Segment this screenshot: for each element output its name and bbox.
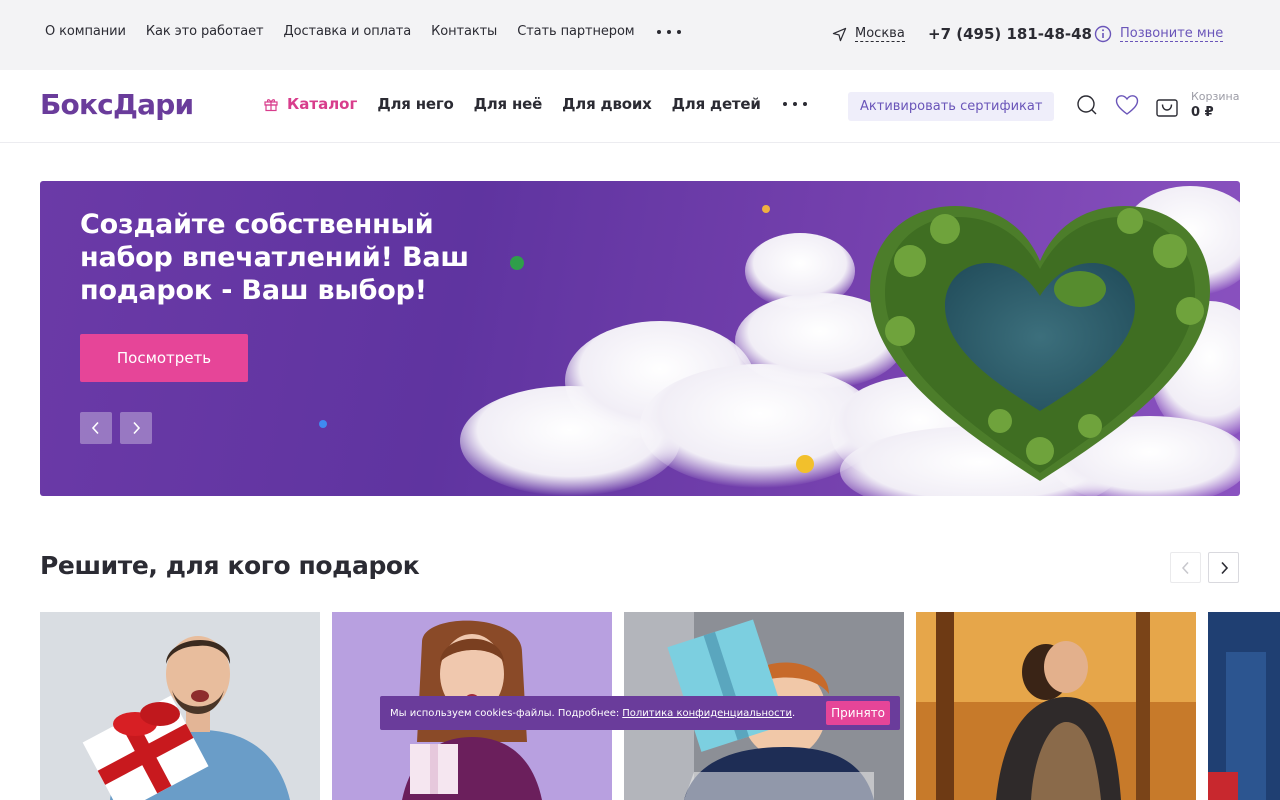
top-link-how-it-works[interactable]: Как это работает	[146, 24, 264, 39]
search-icon[interactable]	[1076, 94, 1098, 116]
top-link-about[interactable]: О компании	[45, 24, 126, 39]
card-image-partial	[1208, 612, 1280, 800]
chevron-right-icon	[1220, 561, 1228, 574]
cart-sum[interactable]: 0 ₽	[1191, 105, 1214, 120]
chevron-left-icon	[91, 421, 99, 435]
section-prev-button[interactable]	[1170, 552, 1201, 583]
city-selector[interactable]: Москва	[832, 26, 905, 42]
top-link-contacts[interactable]: Контакты	[431, 24, 497, 39]
chevron-right-icon	[133, 421, 141, 435]
cookie-accept-button[interactable]: Принято	[826, 701, 890, 725]
top-link-delivery[interactable]: Доставка и оплата	[284, 24, 412, 39]
hero-banner[interactable]: Создайте собственный набор впечатлений! …	[40, 181, 1240, 496]
cookie-period: .	[792, 707, 796, 719]
top-more-menu[interactable]	[656, 29, 681, 34]
phone-number[interactable]: +7 (495) 181-48-48	[928, 25, 1092, 43]
cookie-banner: Мы используем cookies-файлы. Подробнее: …	[380, 696, 900, 730]
main-nav: Каталог Для него Для неё Для двоих Для д…	[263, 95, 807, 113]
heart-icon[interactable]	[1115, 94, 1139, 116]
hero-prev-button[interactable]	[80, 412, 112, 444]
nav-for-him[interactable]: Для него	[377, 95, 453, 113]
callback-label: Позвоните мне	[1120, 26, 1224, 42]
top-link-partner[interactable]: Стать партнером	[517, 24, 634, 39]
hero-view-button[interactable]: Посмотреть	[80, 334, 248, 382]
logo[interactable]: БоксДари	[40, 88, 194, 121]
catalog-label: Каталог	[287, 95, 358, 113]
main-header: БоксДари Каталог Для него Для неё Для дв…	[0, 70, 1280, 143]
hero-next-button[interactable]	[120, 412, 152, 444]
category-card-for-two[interactable]	[916, 612, 1196, 800]
gift-icon	[264, 99, 278, 112]
cart-bag-icon[interactable]	[1155, 94, 1179, 118]
category-card-for-him[interactable]	[40, 612, 320, 800]
info-icon	[1094, 25, 1112, 43]
top-bar: О компании Как это работает Доставка и о…	[0, 0, 1280, 70]
nav-for-two[interactable]: Для двоих	[562, 95, 652, 113]
cart-label: Корзина	[1191, 90, 1240, 103]
city-name: Москва	[855, 26, 905, 42]
card-image-man-with-gift	[40, 612, 320, 800]
hero-title: Создайте собственный набор впечатлений! …	[80, 209, 469, 306]
section-title: Решите, для кого подарок	[40, 551, 420, 580]
main-more-menu[interactable]	[782, 102, 807, 106]
card-image-couple	[916, 612, 1196, 800]
top-nav: О компании Как это работает Доставка и о…	[45, 24, 681, 39]
nav-for-her[interactable]: Для неё	[474, 95, 543, 113]
location-arrow-icon	[832, 27, 847, 41]
section-next-button[interactable]	[1208, 552, 1239, 583]
callback-link[interactable]: Позвоните мне	[1094, 25, 1224, 43]
activate-certificate-button[interactable]: Активировать сертификат	[848, 92, 1055, 121]
cookie-text: Мы используем cookies-файлы. Подробнее:	[390, 707, 620, 719]
catalog-link[interactable]: Каталог	[263, 95, 357, 113]
chevron-left-icon	[1181, 561, 1189, 574]
category-card-partial[interactable]	[1208, 612, 1280, 800]
nav-for-kids[interactable]: Для детей	[672, 95, 761, 113]
privacy-policy-link[interactable]: Политика конфиденциальности	[622, 708, 792, 719]
